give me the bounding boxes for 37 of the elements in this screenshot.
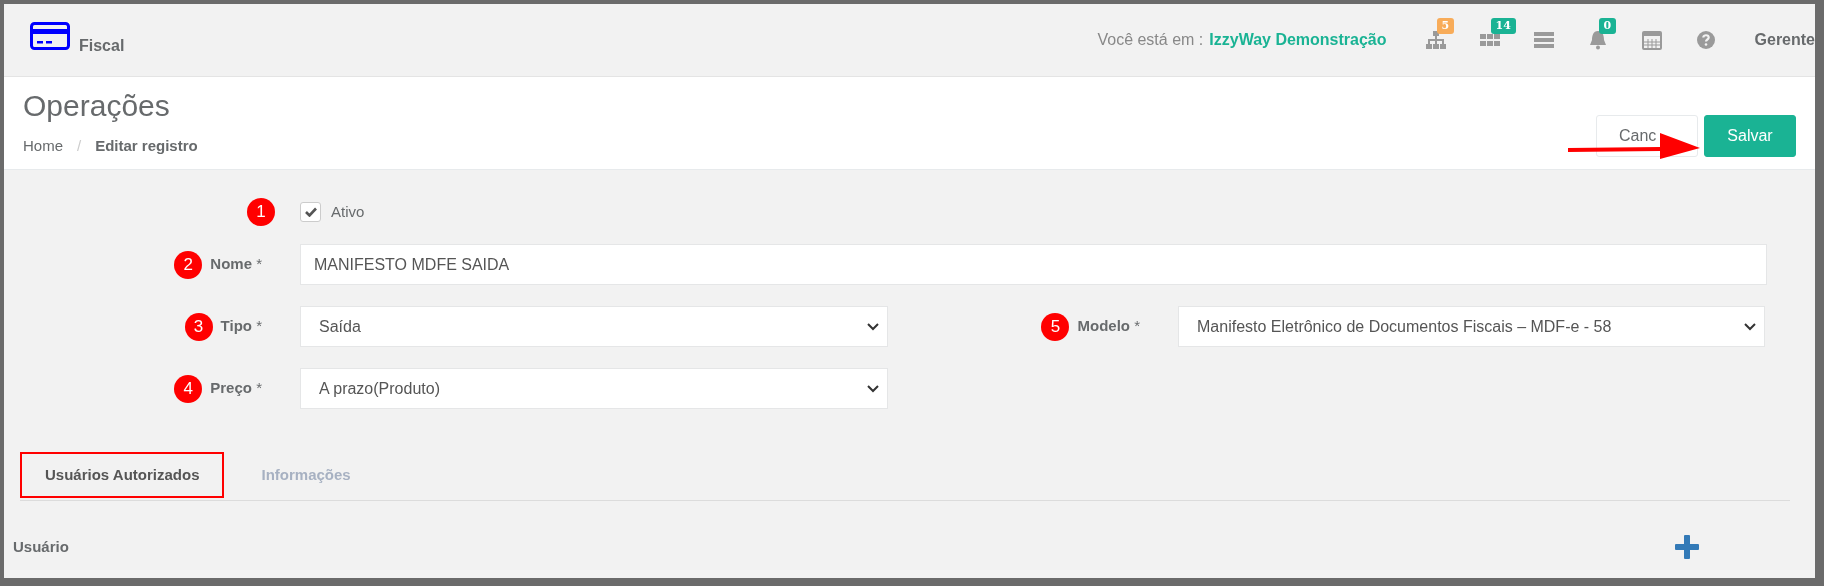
select-field[interactable]: A prazo(Produto) [300,368,888,409]
server-icon[interactable] [1532,29,1555,51]
page-title: Operações [23,88,171,124]
chevron-down-icon [867,322,879,331]
step-marker: 5 [1041,312,1070,341]
step-marker: 4 [174,374,203,403]
context-label: Você está em : [1097,30,1204,50]
notification-badge: 14 [1490,18,1516,34]
add-icon[interactable] [1675,535,1699,559]
breadcrumb-link[interactable]: Home [23,135,63,158]
step-marker: 2 [174,250,203,279]
credit-card-icon [30,22,70,50]
checkbox-label: Ativo [331,201,365,222]
chevron-down-icon [867,384,879,393]
step-marker: 3 [184,312,213,341]
step-marker: 1 [247,198,275,226]
active-checkbox[interactable] [300,202,321,222]
field-label: Nome* [210,254,262,275]
check-icon [304,207,317,217]
select-field[interactable]: Saída [300,306,888,347]
breadcrumb-separator: / [77,136,82,156]
module-title: Fiscal [79,36,125,56]
calendar-icon[interactable] [1640,29,1663,51]
column-header: Usuário [13,536,69,557]
select-field[interactable]: Manifesto Eletrônico de Documentos Fiscais – MDF-e - 58 [1178,306,1765,347]
notification-badge: 5 [1436,18,1455,34]
tab[interactable]: Usuários Autorizados [20,452,225,498]
sitemap-icon[interactable] [1424,29,1447,51]
breadcrumb-current: Editar registro [95,136,198,156]
help-icon[interactable] [1694,29,1717,51]
field-label: Preço* [210,378,262,399]
notification-badge: 0 [1598,18,1617,34]
user-menu[interactable]: Gerente [1754,28,1815,52]
field-label: Modelo* [1077,316,1140,337]
field-label: Tipo* [220,316,262,337]
name-field[interactable]: MANIFESTO MDFE SAIDA [300,244,1767,285]
chevron-down-icon [1744,322,1756,331]
